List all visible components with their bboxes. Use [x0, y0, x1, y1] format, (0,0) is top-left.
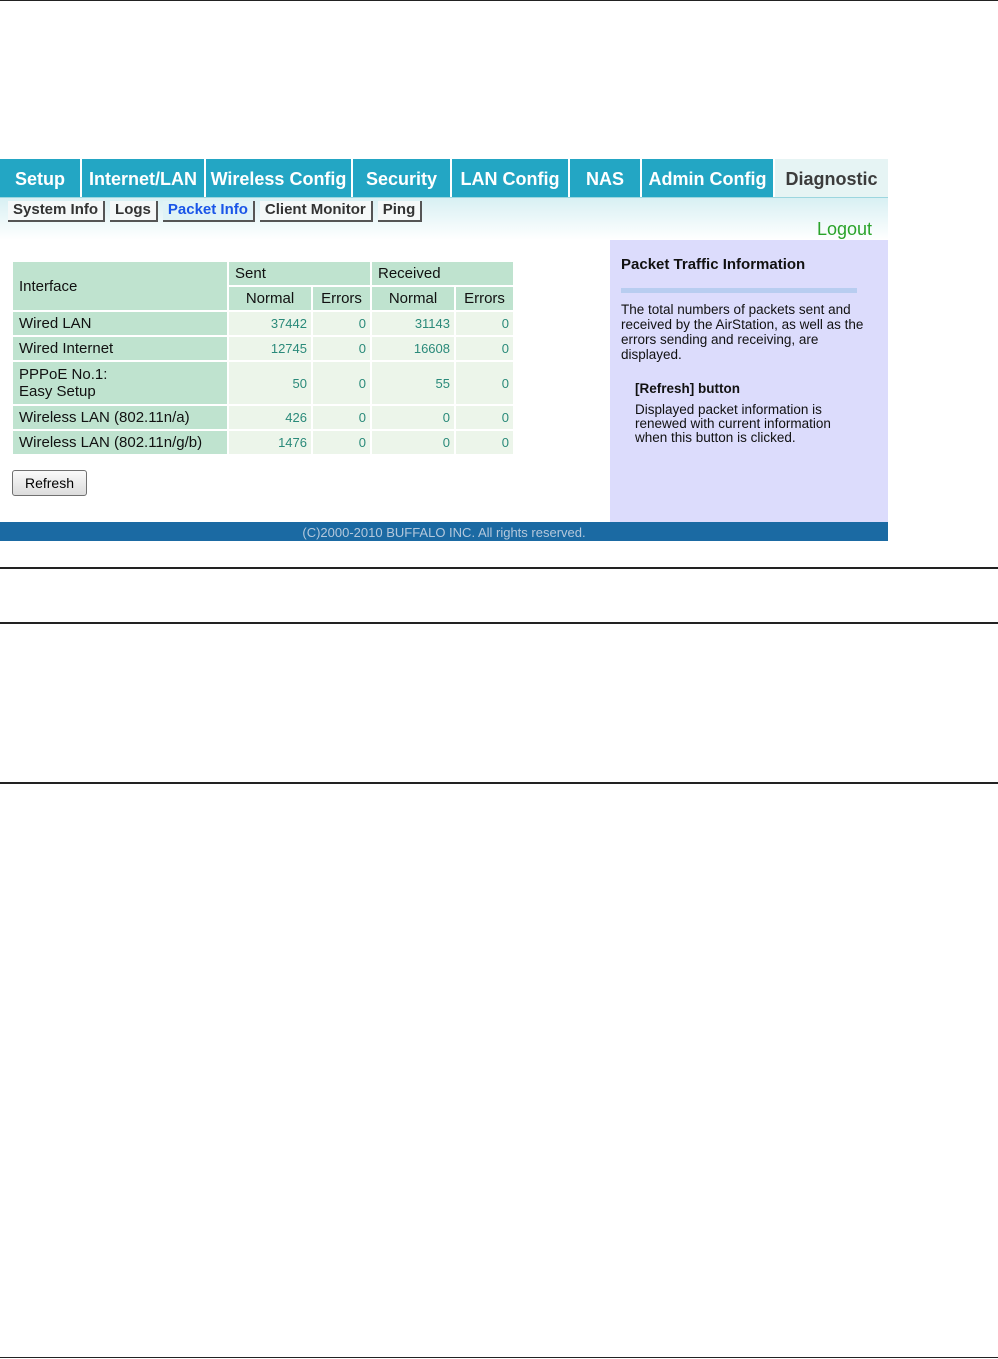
nav-tab-security[interactable]: Security [353, 159, 452, 197]
col-header-recv-normal: Normal [372, 287, 454, 310]
help-description: The total numbers of packets sent and re… [621, 302, 864, 362]
help-divider [621, 288, 857, 293]
sent-errors-value: 0 [313, 312, 370, 335]
help-title: Packet Traffic Information [621, 256, 806, 273]
help-panel: Packet Traffic Information The total num… [610, 240, 888, 522]
sent-errors-value: 0 [313, 337, 370, 360]
help-refresh-description: Displayed packet information is renewed … [635, 402, 831, 445]
recv-errors-value: 0 [456, 337, 513, 360]
subtab-system-info[interactable]: System Info [8, 201, 106, 222]
nav-tab-nas[interactable]: NAS [570, 159, 642, 197]
interface-name: Wired LAN [13, 312, 227, 335]
subtab-packet-info[interactable]: Packet Info [162, 201, 255, 222]
col-header-sent-errors: Errors [313, 287, 370, 310]
help-refresh-title: [Refresh] button [635, 381, 740, 396]
nav-tab-lan-config[interactable]: LAN Config [452, 159, 570, 197]
router-admin-screenshot: Setup Internet/LAN Wireless Config Secur… [0, 159, 888, 541]
sent-normal-value: 426 [229, 406, 311, 429]
sent-errors-value: 0 [313, 362, 370, 404]
subtab-logs[interactable]: Logs [110, 201, 158, 222]
table-row: PPPoE No.1: Easy Setup 50 0 55 0 [13, 362, 513, 404]
col-header-sent-normal: Normal [229, 287, 311, 310]
logout-link[interactable]: Logout [817, 219, 872, 240]
recv-errors-value: 0 [456, 431, 513, 454]
recv-normal-value: 0 [372, 406, 454, 429]
nav-tab-setup[interactable]: Setup [0, 159, 82, 197]
sent-normal-value: 12745 [229, 337, 311, 360]
sent-errors-value: 0 [313, 431, 370, 454]
recv-normal-value: 55 [372, 362, 454, 404]
nav-tab-internet-lan[interactable]: Internet/LAN [82, 159, 206, 197]
recv-errors-value: 0 [456, 406, 513, 429]
sent-normal-value: 1476 [229, 431, 311, 454]
packet-info-table: Interface Sent Received Normal Errors No… [11, 260, 515, 456]
interface-name: Wireless LAN (802.11n/a) [13, 406, 227, 429]
col-header-recv-errors: Errors [456, 287, 513, 310]
sub-nav: System Info Logs Packet Info Client Moni… [8, 201, 423, 222]
col-header-interface: Interface [13, 262, 227, 310]
interface-name-line1: PPPoE No.1: [19, 366, 108, 383]
subtab-client-monitor[interactable]: Client Monitor [259, 201, 373, 222]
nav-tab-diagnostic[interactable]: Diagnostic [775, 159, 888, 197]
page-rule [0, 567, 998, 569]
interface-name: Wireless LAN (802.11n/g/b) [13, 431, 227, 454]
subtab-ping[interactable]: Ping [377, 201, 423, 222]
col-header-received: Received [372, 262, 513, 285]
main-nav: Setup Internet/LAN Wireless Config Secur… [0, 159, 888, 197]
copyright-footer: (C)2000-2010 BUFFALO INC. All rights res… [0, 522, 888, 541]
sent-errors-value: 0 [313, 406, 370, 429]
nav-tab-wireless-config[interactable]: Wireless Config [206, 159, 353, 197]
page-rule [0, 782, 998, 784]
sent-normal-value: 50 [229, 362, 311, 404]
page-bottom-rule [0, 1357, 998, 1358]
recv-errors-value: 0 [456, 312, 513, 335]
refresh-button[interactable]: Refresh [12, 470, 87, 496]
recv-errors-value: 0 [456, 362, 513, 404]
table-row: Wireless LAN (802.11n/a) 426 0 0 0 [13, 406, 513, 429]
nav-tab-admin-config[interactable]: Admin Config [642, 159, 775, 197]
recv-normal-value: 31143 [372, 312, 454, 335]
page-rule [0, 622, 998, 624]
interface-name: Wired Internet [13, 337, 227, 360]
recv-normal-value: 16608 [372, 337, 454, 360]
main-content: Interface Sent Received Normal Errors No… [0, 240, 610, 522]
page-top-rule [0, 0, 998, 1]
recv-normal-value: 0 [372, 431, 454, 454]
col-header-sent: Sent [229, 262, 370, 285]
sub-nav-bar: System Info Logs Packet Info Client Moni… [0, 197, 888, 240]
interface-name-line2: Easy Setup [19, 383, 96, 400]
interface-name: PPPoE No.1: Easy Setup [13, 362, 227, 404]
table-row: Wired LAN 37442 0 31143 0 [13, 312, 513, 335]
table-row: Wireless LAN (802.11n/g/b) 1476 0 0 0 [13, 431, 513, 454]
table-row: Wired Internet 12745 0 16608 0 [13, 337, 513, 360]
sent-normal-value: 37442 [229, 312, 311, 335]
